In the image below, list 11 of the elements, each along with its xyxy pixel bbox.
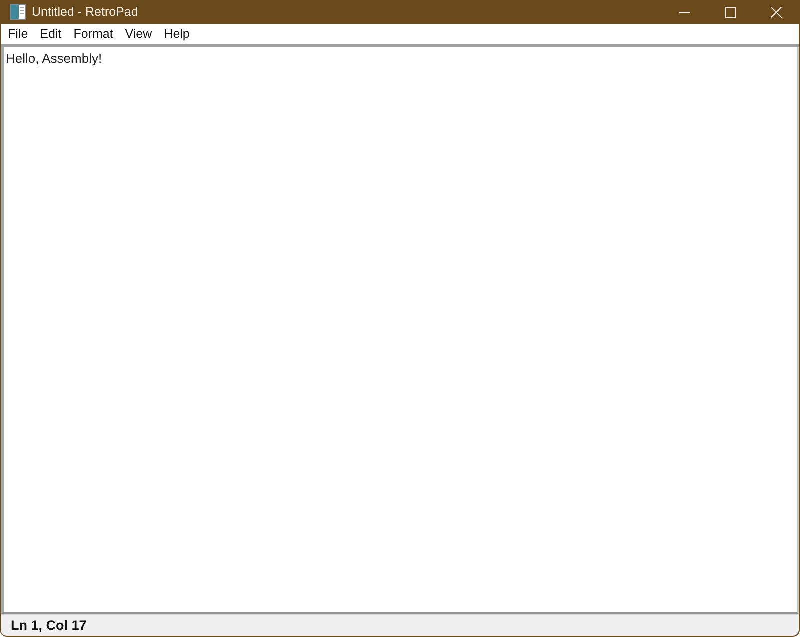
menu-item[interactable]: View	[119, 24, 158, 44]
menu-item[interactable]: Help	[158, 24, 196, 44]
cursor-position: Ln 1, Col 17	[11, 618, 87, 633]
close-icon	[770, 6, 782, 18]
window-title: Untitled - RetroPad	[32, 5, 138, 19]
menu-item[interactable]: Format	[68, 24, 120, 44]
text-editor[interactable]: Hello, Assembly!	[1, 47, 799, 614]
menu-item[interactable]: File	[2, 24, 34, 44]
app-icon	[10, 4, 26, 20]
menu-item[interactable]: Edit	[34, 24, 68, 44]
maximize-icon	[724, 6, 736, 18]
